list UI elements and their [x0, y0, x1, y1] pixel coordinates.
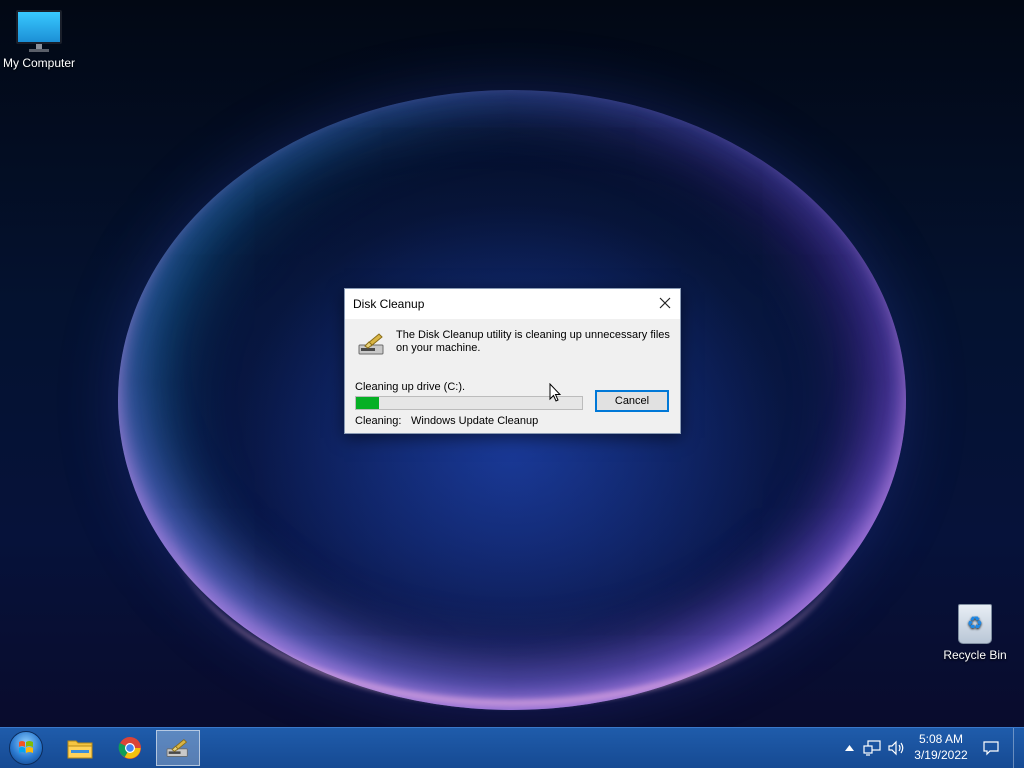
show-desktop-button[interactable] [1013, 728, 1024, 768]
network-icon [863, 740, 881, 756]
volume-icon [888, 740, 904, 756]
disk-cleanup-icon [166, 738, 188, 757]
disk-cleanup-icon [357, 331, 387, 357]
progress-bar-fill [356, 397, 379, 409]
start-button[interactable] [6, 730, 46, 766]
network-button[interactable] [862, 728, 882, 768]
close-icon [659, 297, 671, 309]
desktop-icon-label: My Computer [2, 56, 76, 70]
clock-date: 3/19/2022 [914, 748, 968, 762]
taskbar-disk-cleanup[interactable] [156, 730, 200, 766]
chrome-icon [118, 737, 141, 759]
cleaning-label: Cleaning: [355, 415, 402, 427]
dialog-titlebar[interactable]: Disk Cleanup [345, 289, 680, 319]
desktop-icon-label: Recycle Bin [943, 648, 1007, 662]
recycle-bin-icon: ♻ [958, 604, 992, 644]
chevron-up-icon [844, 745, 854, 751]
close-button[interactable] [650, 289, 680, 317]
desktop-icon-my-computer[interactable]: My Computer [0, 10, 84, 70]
file-explorer-icon [67, 740, 93, 759]
volume-button[interactable] [886, 728, 908, 768]
desktop-icon-recycle-bin[interactable]: ♻ Recycle Bin [930, 604, 1020, 662]
cancel-button[interactable]: Cancel [595, 390, 669, 412]
disk-cleanup-dialog: Disk Cleanup The Disk Cleanup utility is… [344, 288, 681, 434]
cleaning-item: Windows Update Cleanup [411, 415, 539, 427]
dialog-message: The Disk Cleanup utility is cleaning up … [396, 329, 670, 354]
clock-time: 5:08 AM [918, 732, 964, 746]
monitor-icon [16, 10, 62, 52]
taskbar-chrome[interactable] [108, 730, 152, 766]
windows-start-icon [9, 731, 43, 765]
desktop: My Computer ♻ Recycle Bin Disk Cleanup T… [0, 0, 1024, 768]
clock[interactable]: 5:08 AM 3/19/2022 [908, 731, 974, 763]
taskbar: 5:08 AM 3/19/2022 [0, 727, 1024, 768]
progress-label: Cleaning up drive (C:). [355, 381, 466, 393]
show-hidden-icons-button[interactable] [842, 728, 856, 768]
notification-icon [983, 741, 999, 756]
action-center-button[interactable] [980, 728, 1002, 768]
taskbar-file-explorer[interactable] [58, 730, 102, 766]
dialog-title: Disk Cleanup [353, 297, 425, 311]
